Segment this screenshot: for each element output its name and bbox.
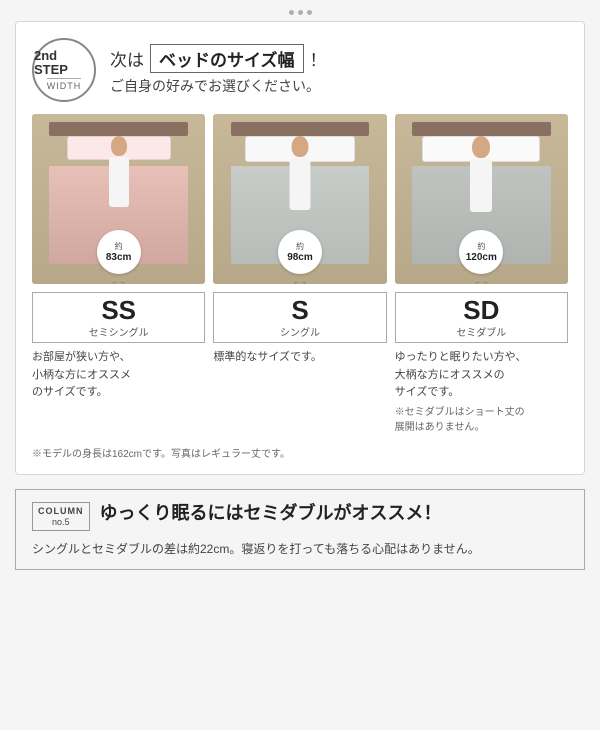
width-value-ss: 83cm [106, 252, 132, 263]
size-note-sd: ※セミダブルはショート丈の 展開はありません。 [395, 405, 568, 435]
step-header: 2nd STEP WIDTH 次は ベッドのサイズ幅 ！ ご自身の好みでお選びく… [32, 38, 568, 102]
width-approx-sd: 約 [477, 241, 485, 252]
size-code-ss: SS [37, 297, 200, 323]
step-badge: 2nd STEP WIDTH [32, 38, 96, 102]
step-title-line: 次は ベッドのサイズ幅 ！ [110, 44, 327, 73]
width-badge-s: 約 98cm [278, 230, 322, 274]
step-title-highlight: ベッドのサイズ幅 [150, 44, 304, 73]
column-label-no: no.5 [38, 517, 84, 527]
width-value-sd: 120cm [466, 252, 497, 263]
width-badge-sd: 約 120cm [459, 230, 503, 274]
beds-row: 約 83cm SS セミシングル お部屋が狭い方や、 小柄な方にオススメ のサイ… [32, 114, 568, 435]
person-sd [470, 136, 492, 212]
size-desc-s: 標準的なサイズです。 [213, 349, 386, 367]
bed-image-s: 約 98cm [213, 114, 386, 284]
column-label-text: COLUMN [38, 506, 84, 516]
bed-image-ss: 約 83cm [32, 114, 205, 284]
column-title: ゆっくり眠るにはセミダブルがオススメ！ [100, 502, 442, 525]
size-label-ss: SS セミシングル [32, 292, 205, 343]
size-label-s: S シングル [213, 292, 386, 343]
step-subtitle: ご自身の好みでお選びください。 [110, 76, 327, 96]
column-body: シングルとセミダブルの差は約22cm。寝返りを打っても落ちる心配はありません。 [32, 539, 568, 559]
model-note: ※モデルの身長は162cmです。写真はレギュラー丈です。 [32, 445, 568, 460]
main-card: 2nd STEP WIDTH 次は ベッドのサイズ幅 ！ ご自身の好みでお選びく… [15, 21, 585, 475]
person-s [289, 136, 310, 210]
column-box: COLUMN no.5 ゆっくり眠るにはセミダブルがオススメ！ シングルとセミダ… [15, 489, 585, 570]
width-approx-ss: 約 [115, 241, 123, 252]
column-header: COLUMN no.5 ゆっくり眠るにはセミダブルがオススメ！ [32, 502, 568, 531]
bed-item-ss: 約 83cm SS セミシングル お部屋が狭い方や、 小柄な方にオススメ のサイ… [32, 114, 205, 435]
step-title-suffix: ！ [310, 46, 327, 71]
width-badge-ss: 約 83cm [97, 230, 141, 274]
size-name-s: シングル [218, 324, 381, 339]
top-dots [289, 0, 312, 21]
width-approx-s: 約 [296, 241, 304, 252]
column-label: COLUMN no.5 [32, 502, 90, 531]
bed-item-s: 約 98cm S シングル 標準的なサイズです。 [213, 114, 386, 435]
size-label-sd: SD セミダブル [395, 292, 568, 343]
size-code-sd: SD [400, 297, 563, 323]
step-title-area: 次は ベッドのサイズ幅 ！ ご自身の好みでお選びください。 [110, 44, 327, 96]
size-desc-sd: ゆったりと眠りたい方や、 大柄な方にオススメの サイズです。 [395, 349, 568, 402]
size-code-s: S [218, 297, 381, 323]
step-title-prefix: 次は [110, 46, 144, 71]
bed-image-sd: 約 120cm [395, 114, 568, 284]
step-number: 2nd STEP [34, 49, 94, 78]
size-desc-ss: お部屋が狭い方や、 小柄な方にオススメ のサイズです。 [32, 349, 205, 402]
step-width: WIDTH [47, 78, 82, 91]
size-name-ss: セミシングル [37, 324, 200, 339]
bed-item-sd: 約 120cm SD セミダブル ゆったりと眠りたい方や、 大柄な方にオススメの… [395, 114, 568, 435]
person-ss [109, 136, 129, 207]
width-value-s: 98cm [287, 252, 313, 263]
size-name-sd: セミダブル [400, 324, 563, 339]
